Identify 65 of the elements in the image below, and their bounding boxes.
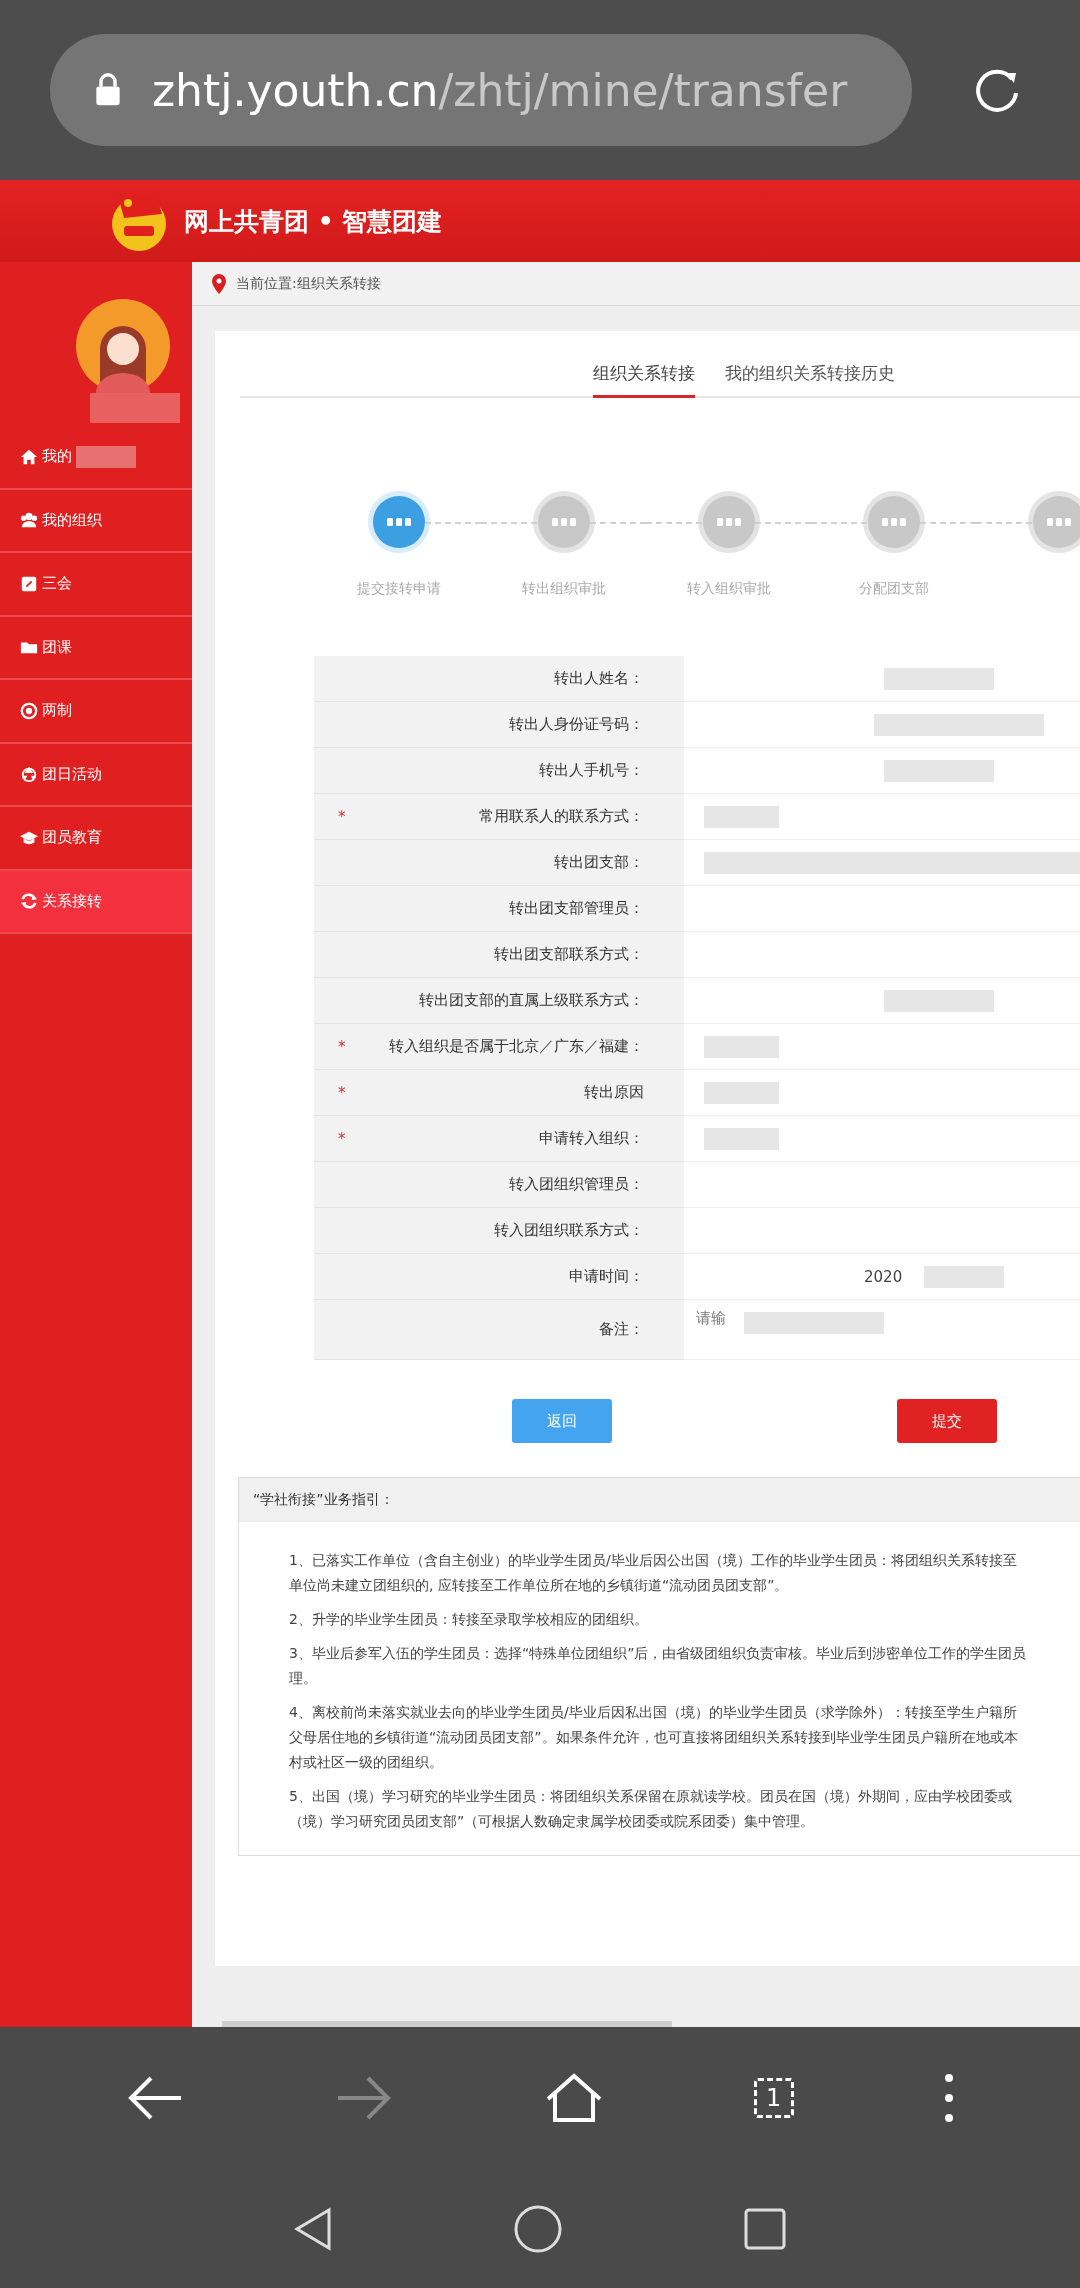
users-icon: [20, 511, 38, 530]
tab-switcher-button[interactable]: 1: [753, 2078, 794, 2118]
guide-title: “学社衔接”业务指引：: [253, 1491, 394, 1509]
back-button[interactable]: 返回: [512, 1399, 612, 1443]
guide-text-line: 1、已落实工作单位（含自主创业）的毕业学生团员/毕业后因公出国（境）工作的毕业学生团员：将团组织关系转接至: [289, 1551, 1018, 1570]
edit-icon: [20, 574, 38, 593]
step-label: 分配团支部: [858, 580, 929, 598]
location-pin-icon: [212, 273, 226, 294]
field-label: 转入团组织管理员：: [509, 1175, 644, 1194]
field-label: 转出团支部的直属上级联系方式：: [419, 991, 644, 1010]
sidebar-item[interactable]: 关系接转: [0, 870, 192, 934]
guide-text-line: 3、毕业后参军入伍的学生团员：选择“特殊单位团组织”后，由省级团组织负责审核。毕业后到涉密单位工作的学生团员: [289, 1644, 1028, 1663]
step-label: 转出组织审批: [521, 580, 606, 598]
field-value: 2020: [864, 1267, 903, 1286]
guide-text-line: 2、升学的毕业学生团员：转接至录取学校相应的团组织。: [289, 1610, 649, 1629]
more-icon[interactable]: [943, 2073, 956, 2123]
target-icon: [20, 701, 38, 720]
url-path: /zhtj/mine/transfer: [438, 64, 848, 116]
refresh-icon: [20, 892, 38, 911]
guide-text-line: 单位尚未建立团组织的, 应转接至工作单位所在地的乡镇街道“流动团员团支部”。: [289, 1576, 790, 1595]
address-bar[interactable]: zhtj.youth.cn/zhtj/mine/transfer: [50, 34, 912, 146]
guide-text-line: 4、离校前尚未落实就业去向的毕业学生团员/毕业后因私出国（境）的毕业学生团员（求学除外）：转接至学生户籍所: [289, 1703, 1018, 1722]
field-label: 转出团支部：: [554, 853, 644, 872]
required-mark: *: [338, 807, 346, 826]
breadcrumb: 当前位置:组织关系转接: [236, 274, 381, 293]
home-icon[interactable]: [544, 2073, 604, 2123]
home-icon[interactable]: [513, 2203, 563, 2254]
required-mark: *: [338, 1037, 346, 1056]
dots-icon: [1046, 518, 1071, 526]
guide-text-line: 父母居住地的乡镇街道“流动团员团支部”。如果条件允许，也可直接将团组织关系转接到毕业学生团员户籍所在地或本: [289, 1728, 1019, 1747]
recents-icon[interactable]: [743, 2206, 787, 2251]
tab[interactable]: 组织关系转接: [593, 362, 695, 398]
field-label: 转入组织是否属于北京／广东／福建：: [389, 1037, 644, 1056]
field-label: 备注：: [599, 1320, 644, 1339]
scrollbar[interactable]: [222, 2021, 672, 2027]
field-label: 申请时间：: [569, 1267, 644, 1286]
field-label: 转出团支部管理员：: [509, 899, 644, 918]
field-label: 申请转入组织：: [539, 1129, 644, 1148]
lock-icon: [94, 72, 122, 108]
step-label: 提交接转申请: [356, 580, 441, 598]
remark-field[interactable]: 请输: [684, 1300, 1080, 1359]
guide-text-line: （境）学习研究团员团支部”（可根据人数确定隶属学校团委或院系团委）集中管理。: [289, 1812, 816, 1831]
tab[interactable]: 我的组织关系转接历史: [725, 362, 895, 398]
guide-text-line: 理。: [289, 1669, 318, 1688]
back-icon[interactable]: [293, 2206, 333, 2251]
dots-icon: [881, 518, 906, 526]
field-label: 转出人身份证号码：: [509, 715, 644, 734]
guide-text-line: 村或社区一级的团组织。: [289, 1753, 444, 1772]
home-icon: [20, 447, 38, 466]
field-label: 转出团支部联系方式：: [494, 945, 644, 964]
field-label: 转出原因: [584, 1083, 644, 1102]
field-label: 常用联系人的联系方式：: [479, 807, 644, 826]
guide-text-line: 5、出国（境）学习研究的毕业学生团员：将团组织关系保留在原就读学校。团员在国（境）外期间，应由学校团委或: [289, 1787, 1013, 1806]
site-title: 网上共青团 • 智慧团建: [184, 205, 443, 238]
dots-icon: [551, 518, 576, 526]
dots-icon: [386, 518, 411, 526]
required-mark: *: [338, 1129, 346, 1148]
step-label: 转入组织审批: [686, 580, 771, 598]
field-label: 转出人手机号：: [539, 761, 644, 780]
dots-icon: [716, 518, 741, 526]
required-mark: *: [338, 1083, 346, 1102]
submit-button[interactable]: 提交: [897, 1399, 997, 1443]
field-label: 转入团组织联系方式：: [494, 1221, 644, 1240]
url-host: zhtj.youth.cn: [152, 64, 439, 116]
field-label: 转出人姓名：: [554, 669, 644, 688]
